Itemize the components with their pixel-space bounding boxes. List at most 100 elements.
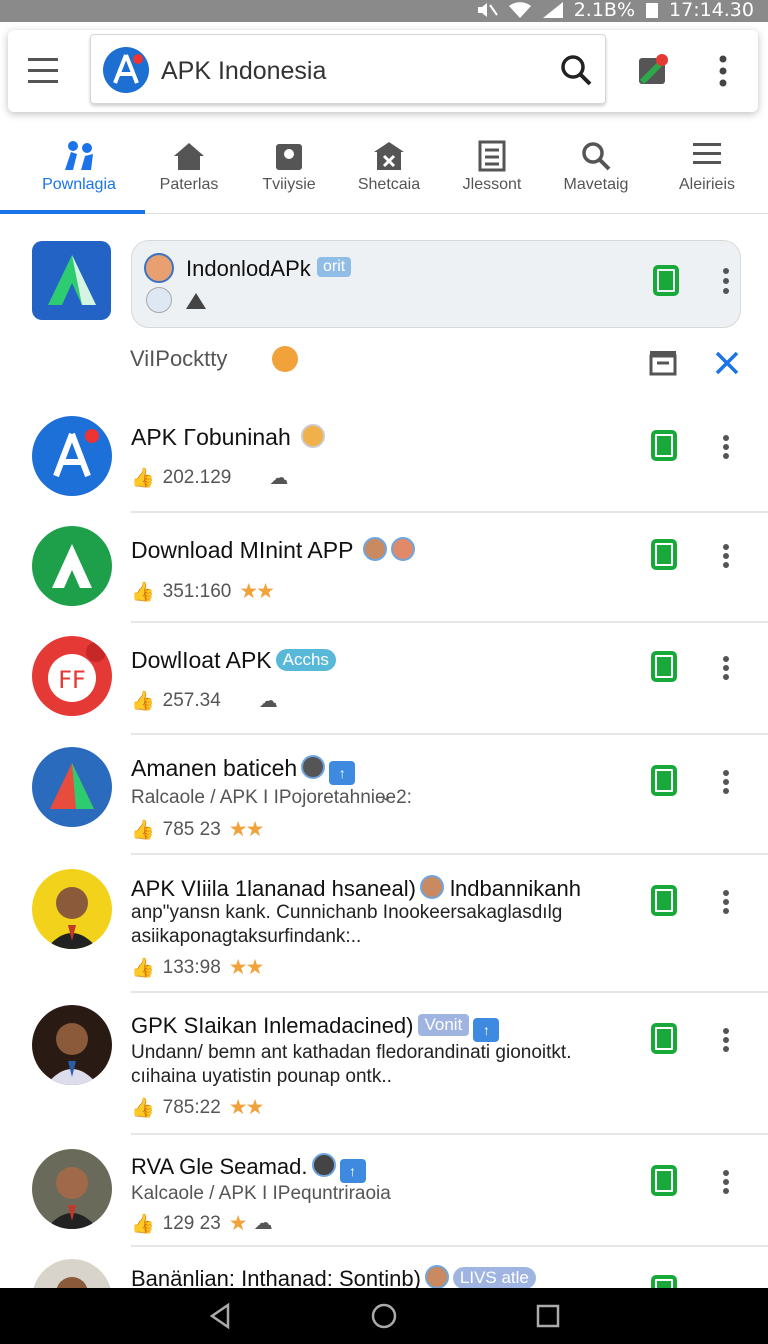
archive-icon[interactable] [648, 348, 678, 376]
thumbs-up-icon: 👍 [131, 957, 155, 979]
overflow-menu-icon[interactable] [722, 267, 730, 295]
download-icon[interactable] [650, 1021, 678, 1055]
list-item[interactable]: APK Γobuninah 👍 202.129 ☁ [0, 400, 768, 513]
featured-card[interactable]: IndonlodAPk orit [131, 240, 741, 328]
back-icon[interactable] [208, 1302, 232, 1330]
download-icon[interactable] [650, 763, 678, 797]
app-subtitle: Kalcaole / APK I IPequntriraoia [131, 1183, 391, 1204]
search-icon[interactable] [559, 53, 593, 87]
search-title: APK Indonesia [161, 57, 327, 85]
overflow-menu-icon[interactable] [722, 434, 730, 460]
thumbs-up-icon: 👍 [131, 468, 155, 489]
store-icon [374, 142, 404, 170]
overflow-menu-icon[interactable] [718, 54, 728, 88]
tab-label: Mavetaig [563, 176, 629, 193]
signal-icon [542, 2, 563, 18]
overflow-menu-icon[interactable] [722, 889, 730, 915]
overflow-menu-icon[interactable] [722, 769, 730, 795]
featured-title: IndonlodAPk [186, 256, 311, 281]
mute-icon [477, 3, 498, 17]
tab-tviiysie[interactable]: Tviiysie [234, 130, 344, 214]
wifi-icon [508, 2, 531, 18]
app-icon [32, 1005, 112, 1085]
top-app-bar: APK Indonesia [8, 30, 758, 112]
download-icon[interactable] [650, 649, 678, 683]
tab-shetcaia[interactable]: Shetcaia [334, 130, 444, 214]
menu-icon [693, 143, 721, 164]
download-icon[interactable] [650, 1273, 678, 1288]
list-item[interactable]: Amanen baticeh ↑ Ralcaole / APK I IPojore… [0, 735, 768, 855]
triangle-icon [186, 293, 206, 309]
document-icon [478, 140, 506, 172]
home-icon[interactable] [370, 1302, 398, 1330]
overflow-menu-icon[interactable] [722, 655, 730, 681]
app-icon: FF [32, 636, 112, 716]
app-icon [32, 869, 112, 949]
app-icon [32, 526, 112, 606]
app-description: anp"yansn kank. Cunnichanb Inookeersakag… [131, 902, 563, 947]
thumbs-up-icon: 👍 [131, 581, 155, 603]
overflow-menu-icon[interactable] [722, 1027, 730, 1053]
thumbs-up-icon: 👍 [131, 691, 155, 712]
featured-app-icon[interactable] [32, 241, 111, 320]
app-icon [32, 747, 112, 827]
app-title: Banänlian: Inthanad: Sontinb) LIVS atle [131, 1265, 536, 1288]
tab-mavetaig[interactable]: Mavetaig [541, 130, 651, 214]
play-store-icon[interactable] [636, 52, 670, 86]
app-title: GPK SIaikan Inlemadacined) Vonit ↑ [131, 1013, 500, 1042]
emoji-icon [272, 346, 298, 372]
download-icon[interactable] [650, 1163, 678, 1197]
app-icon [32, 1259, 112, 1288]
app-stats: 👍 129 23 ★ ☁ [131, 1212, 273, 1235]
clock: 17:14.30 [669, 0, 754, 21]
tab-paterlas[interactable]: Paterlas [134, 130, 244, 214]
tab-label: Pownlagia [42, 176, 116, 193]
tab-jlessont[interactable]: Jlessont [437, 130, 547, 214]
category-tabs: Pownlagia Paterlas Tviiysie Shetcaia Jle… [0, 130, 768, 214]
status-bar: 2.1B% 17:14.30 [0, 0, 768, 22]
search-box[interactable]: APK Indonesia [90, 34, 606, 104]
download-icon[interactable] [650, 428, 678, 462]
close-icon[interactable] [714, 350, 740, 376]
active-tab-indicator [0, 210, 145, 214]
list-item[interactable]: Download MInint APP 👍 351:160 ★★ [0, 513, 768, 623]
app-stats: 👍 351:160 ★★ [131, 580, 275, 603]
app-badge: Vonit [417, 1014, 470, 1036]
tab-aleirieis[interactable]: Aleirieis [652, 130, 762, 214]
search-icon [582, 142, 611, 171]
star-rating: ★★ [239, 580, 275, 603]
download-icon[interactable] [650, 537, 678, 571]
tab-pownlagia[interactable]: Pownlagia [24, 130, 134, 214]
app-subtitle: Ralcaole / APK I IPojoretahnie̴e2: [131, 787, 412, 808]
svg-text:FF: FF [58, 666, 86, 694]
tab-label: Tviiysie [262, 176, 316, 193]
app-title: Download MInint APP [131, 537, 416, 564]
overflow-menu-icon[interactable] [722, 543, 730, 569]
download-icon[interactable] [652, 263, 680, 297]
app-stats: 👍 133:98 ★★ [131, 956, 265, 979]
tab-label: Paterlas [159, 176, 219, 193]
app-title: APK Γobuninah [131, 424, 326, 451]
people-icon [65, 141, 93, 170]
map-pin-icon [276, 144, 302, 170]
overflow-menu-icon[interactable] [722, 1169, 730, 1195]
cloud-icon: ☁ [269, 467, 289, 489]
list-item[interactable]: GPK SIaikan Inlemadacined) Vonit ↑ Undann/… [0, 993, 768, 1135]
home-icon [174, 143, 204, 170]
app-stats: 👍 257.34 ☁ [131, 690, 278, 712]
list-item[interactable]: APK VIiila 1lananad hsaneal) Ɩndbannikan… [0, 855, 768, 993]
star-rating: ★ [228, 1212, 248, 1235]
tab-label: Jlessont [462, 176, 522, 193]
star-rating: ★★ [228, 956, 265, 979]
app-icon [32, 416, 112, 496]
app-title: RVA Gle Seamad. ↑ [131, 1153, 366, 1183]
list-item[interactable]: Banänlian: Inthanad: Sontinb) LIVS atle [0, 1247, 768, 1288]
promo-label: ViIPocktty [130, 346, 228, 371]
download-icon[interactable] [650, 883, 678, 917]
tab-label: Aleirieis [678, 176, 735, 193]
recent-apps-icon[interactable] [536, 1304, 560, 1328]
mascot-icon [146, 287, 172, 313]
menu-icon[interactable] [28, 58, 58, 84]
list-item[interactable]: RVA Gle Seamad. ↑ Kalcaole / APK I IPequn… [0, 1135, 768, 1247]
list-item[interactable]: FF DowlIoat APK Acchs 👍 257.34 ☁ [0, 623, 768, 735]
